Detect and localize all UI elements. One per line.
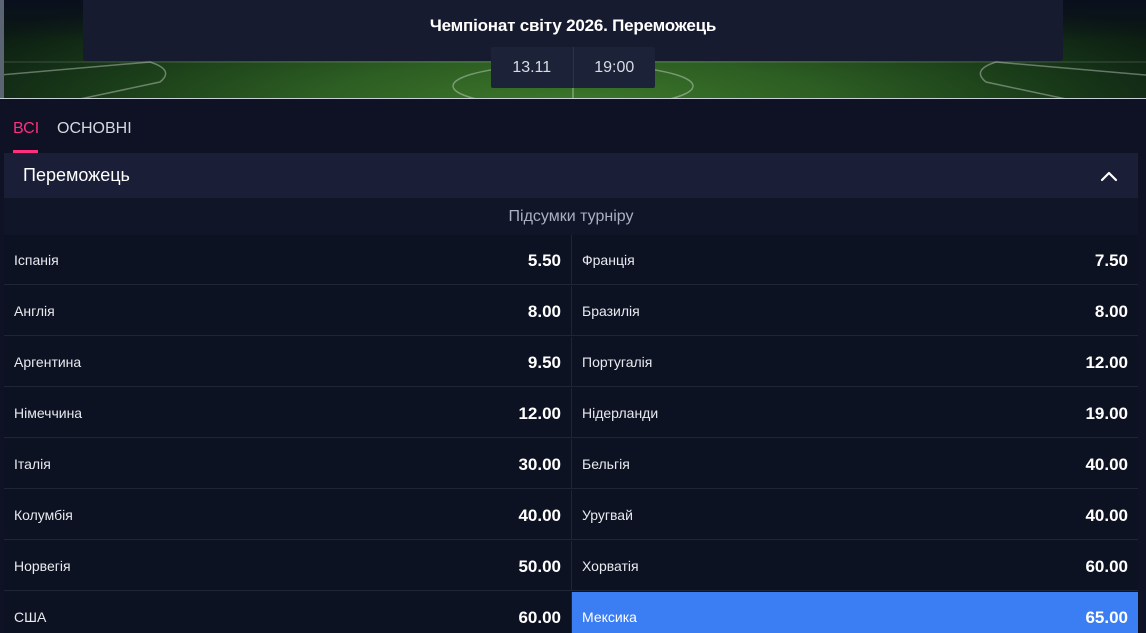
- odds-row: Італія 30.00 Бельгія 40.00: [4, 439, 1138, 490]
- market-title: Переможець: [23, 165, 130, 185]
- team-name: Португалія: [582, 354, 653, 370]
- market-tabs: ВСІ ОСНОВНІ: [0, 100, 1146, 153]
- team-name: Норвегія: [14, 558, 71, 574]
- banner-edge: [0, 0, 4, 98]
- odds-row: Англія 8.00 Бразилія 8.00: [4, 286, 1138, 337]
- odds-button-mexico[interactable]: Мексика 65.00: [571, 592, 1138, 633]
- odds-value: 60.00: [518, 608, 561, 627]
- odds-button-croatia[interactable]: Хорватія 60.00: [571, 541, 1138, 591]
- odds-button-usa[interactable]: США 60.00: [4, 592, 571, 633]
- section-title: Підсумки турніру: [4, 198, 1138, 235]
- odds-button-england[interactable]: Англія 8.00: [4, 286, 571, 336]
- odds-button-france[interactable]: Франція 7.50: [571, 235, 1138, 285]
- odds-value: 30.00: [518, 455, 561, 474]
- team-name: Бразилія: [582, 303, 640, 319]
- odds-value: 60.00: [1085, 557, 1128, 576]
- chevron-up-icon[interactable]: [1100, 167, 1118, 185]
- team-name: Мексика: [582, 609, 637, 625]
- odds-value: 12.00: [1085, 353, 1128, 372]
- market-header[interactable]: Переможець: [4, 153, 1138, 198]
- tab-main[interactable]: ОСНОВНІ: [57, 120, 132, 138]
- odds-value: 8.00: [527, 302, 561, 321]
- odds-button-netherlands[interactable]: Нідерланди 19.00: [571, 388, 1138, 438]
- odds-row: США 60.00 Мексика 65.00: [4, 592, 1138, 633]
- odds-value: 50.00: [518, 557, 561, 576]
- tab-all[interactable]: ВСІ: [13, 120, 39, 138]
- event-datetime: 13.11 19:00: [491, 47, 655, 88]
- odds-value: 40.00: [1085, 455, 1128, 474]
- odds-value: 9.50: [527, 353, 561, 372]
- odds-button-portugal[interactable]: Португалія 12.00: [571, 337, 1138, 387]
- odds-button-brazil[interactable]: Бразилія 8.00: [571, 286, 1138, 336]
- odds-row: Аргентина 9.50 Португалія 12.00: [4, 337, 1138, 388]
- odds-row: Іспанія 5.50 Франція 7.50: [4, 235, 1138, 286]
- odds-button-argentina[interactable]: Аргентина 9.50: [4, 337, 571, 387]
- team-name: Колумбія: [14, 507, 73, 523]
- odds-button-germany[interactable]: Німеччина 12.00: [4, 388, 571, 438]
- odds-row: Німеччина 12.00 Нідерланди 19.00: [4, 388, 1138, 439]
- odds-value: 19.00: [1085, 404, 1128, 423]
- event-time: 19:00: [572, 47, 656, 88]
- team-name: Франція: [582, 252, 635, 268]
- odds-grid: Іспанія 5.50 Франція 7.50 Англія 8.00 Брази…: [4, 235, 1138, 633]
- odds-value: 40.00: [518, 506, 561, 525]
- odds-value: 7.50: [1094, 251, 1128, 270]
- odds-button-spain[interactable]: Іспанія 5.50: [4, 235, 571, 285]
- odds-value: 40.00: [1085, 506, 1128, 525]
- team-name: Аргентина: [14, 354, 82, 370]
- team-name: Уругвай: [582, 507, 633, 523]
- event-date: 13.11: [512, 58, 552, 76]
- team-name: Хорватія: [582, 558, 639, 574]
- odds-button-italy[interactable]: Італія 30.00: [4, 439, 571, 489]
- odds-button-norway[interactable]: Норвегія 50.00: [4, 541, 571, 591]
- odds-button-belgium[interactable]: Бельгія 40.00: [571, 439, 1138, 489]
- team-name: Італія: [14, 456, 51, 472]
- odds-row: Колумбія 40.00 Уругвай 40.00: [4, 490, 1138, 541]
- odds-button-uruguay[interactable]: Уругвай 40.00: [571, 490, 1138, 540]
- team-name: Німеччина: [14, 405, 83, 421]
- odds-row: Норвегія 50.00 Хорватія 60.00: [4, 541, 1138, 592]
- event-title: Чемпіонат світу 2026. Переможець: [429, 16, 717, 35]
- odds-button-colombia[interactable]: Колумбія 40.00: [4, 490, 571, 540]
- odds-value: 12.00: [518, 404, 561, 423]
- odds-value: 8.00: [1094, 302, 1128, 321]
- team-name: США: [14, 609, 47, 625]
- team-name: Англія: [14, 303, 55, 319]
- team-name: Бельгія: [582, 456, 630, 472]
- odds-value: 65.00: [1085, 608, 1128, 627]
- team-name: Нідерланди: [582, 405, 659, 421]
- odds-value: 5.50: [527, 251, 561, 270]
- team-name: Іспанія: [14, 252, 59, 268]
